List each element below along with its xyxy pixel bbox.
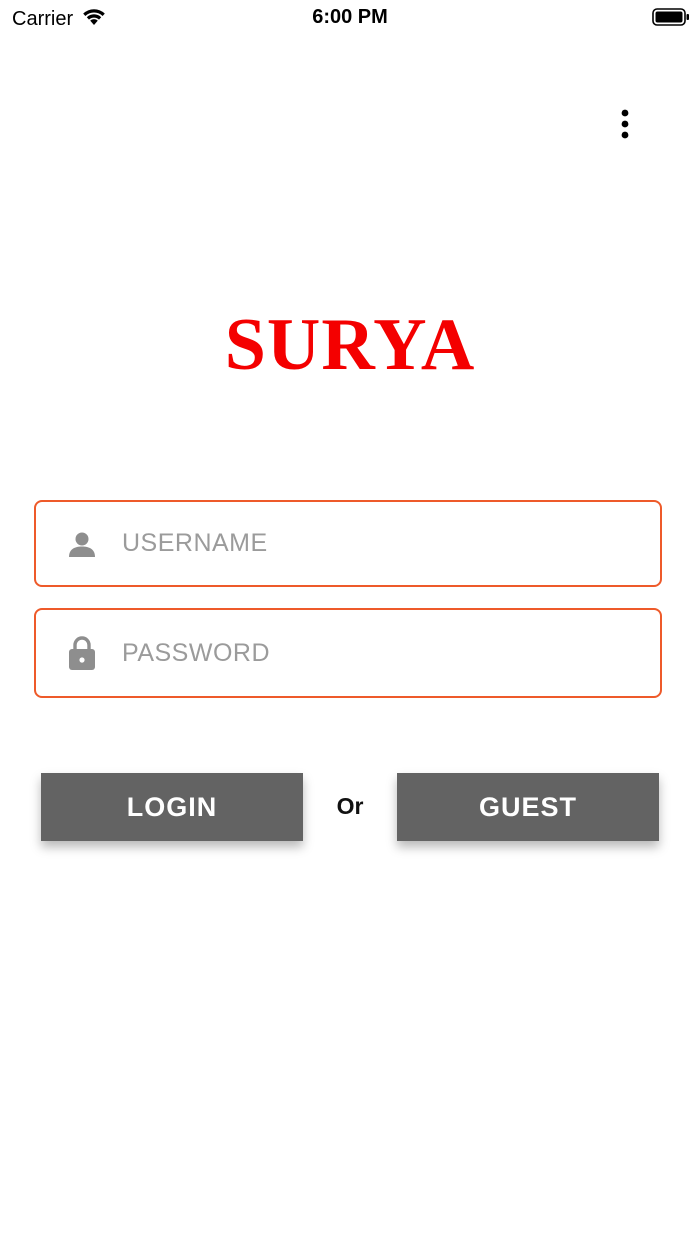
lock-icon — [66, 636, 98, 670]
status-bar: Carrier 6:00 PM — [0, 0, 700, 36]
status-time: 6:00 PM — [312, 6, 388, 28]
user-icon — [66, 528, 98, 560]
password-field[interactable] — [34, 608, 662, 698]
battery-icon — [652, 8, 690, 26]
username-input[interactable] — [120, 528, 624, 559]
or-separator: Or — [336, 793, 364, 819]
brand-logo: SURYA — [224, 304, 476, 386]
username-field[interactable] — [34, 500, 662, 587]
login-screen: Carrier 6:00 PM SURYA USERNAME LOGIN Or … — [0, 0, 700, 1244]
more-vertical-icon — [620, 109, 630, 144]
more-options-button[interactable] — [605, 104, 645, 148]
password-input[interactable] — [120, 637, 624, 669]
guest-button[interactable]: GUEST — [397, 773, 659, 841]
login-button[interactable]: LOGIN — [41, 773, 303, 841]
